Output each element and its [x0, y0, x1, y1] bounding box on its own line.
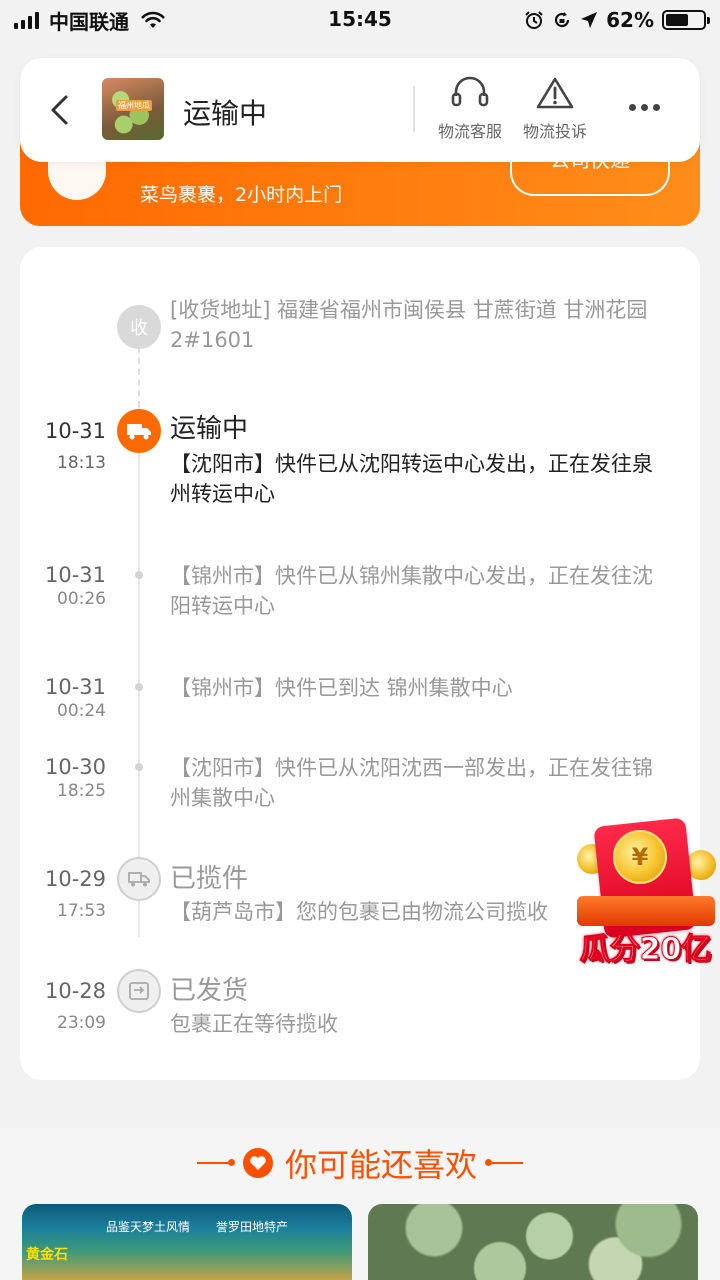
- event-date: 10-31: [44, 419, 106, 443]
- event-status: 已揽件: [170, 864, 249, 894]
- event-description: 【沈阳市】快件已从沈阳沈西一部发出，正在发往锦州集散中心: [170, 756, 653, 810]
- recommend-title: 你可能还喜欢: [284, 1146, 477, 1184]
- pickup-truck-icon: [117, 857, 161, 901]
- thumbnail-tag: 福州地瓜: [116, 100, 152, 111]
- event-description: 【沈阳市】快件已从沈阳转运中心发出，正在发往泉州转运中心: [170, 452, 653, 506]
- event-time: 18:25: [57, 781, 106, 801]
- signal-icon: [14, 11, 39, 29]
- header-divider: [413, 86, 415, 132]
- warning-icon: [536, 77, 574, 109]
- more-options-icon[interactable]: [629, 104, 660, 111]
- event-status: 已发货: [170, 976, 249, 1006]
- timeline-dashed-line: [138, 347, 140, 407]
- event-time: 18:13: [57, 453, 106, 473]
- timeline-dot: [135, 683, 143, 691]
- item-caption: 誉罗田地特产: [216, 1220, 289, 1234]
- page-title: 运输中: [183, 97, 268, 130]
- promo-text: 瓜分20亿: [579, 932, 712, 968]
- event-date: 10-28: [44, 979, 106, 1003]
- truck-icon: [117, 409, 161, 453]
- receive-node-label: 收: [130, 318, 148, 339]
- back-arrow-icon[interactable]: [48, 94, 70, 126]
- banner-text: 菜鸟裹裹，2小时内上门: [140, 184, 343, 206]
- item-brand: 黄金石: [26, 1247, 68, 1263]
- event-description: 【锦州市】快件已从锦州集散中心发出，正在发往沈阳转运中心: [170, 564, 653, 618]
- recommend-item-image[interactable]: [368, 1204, 698, 1280]
- product-thumbnail[interactable]: 福州地瓜: [102, 78, 164, 140]
- status-bar: 中国联通 15:45 62%: [0, 0, 720, 40]
- title-decoration-left: [196, 1159, 235, 1166]
- event-time: 17:53: [57, 901, 106, 921]
- logistics-complaint-button[interactable]: 物流投诉: [510, 76, 600, 142]
- battery-percent: 62%: [606, 8, 654, 32]
- receive-node-icon: 收: [117, 305, 161, 349]
- title-decoration-right: [485, 1159, 523, 1166]
- event-description: 【锦州市】快件已到达 锦州集散中心: [170, 676, 513, 700]
- header-bar: 福州地瓜 运输中 物流客服 物流投诉: [20, 58, 700, 162]
- red-packet-promo[interactable]: ¥ 瓜分20亿: [571, 816, 720, 968]
- shipped-icon: [117, 969, 161, 1013]
- event-time: 00:24: [57, 701, 106, 721]
- rotation-lock-icon: [555, 12, 570, 28]
- event-date: 10-31: [44, 563, 106, 587]
- event-date: 10-30: [44, 755, 106, 779]
- wifi-icon: [141, 11, 165, 28]
- event-description: 【葫芦岛市】您的包裹已由物流公司揽收: [170, 900, 548, 924]
- location-arrow-icon: [581, 12, 598, 28]
- event-time: 00:26: [57, 589, 106, 609]
- logistics-service-button[interactable]: 物流客服: [425, 76, 515, 142]
- logistics-complaint-label: 物流投诉: [522, 122, 587, 141]
- event-date: 10-29: [44, 867, 106, 891]
- event-date: 10-31: [44, 675, 106, 699]
- cainiao-logo-icon: [48, 158, 106, 200]
- promo-box: [577, 896, 715, 926]
- event-status: 运输中: [170, 414, 249, 444]
- item-caption: 品鉴天梦土风情: [106, 1220, 191, 1234]
- headset-icon: [451, 76, 489, 107]
- delivery-address: [收货地址] 福建省福州市闽侯县 甘蔗街道 甘洲花园 2#1601: [170, 298, 648, 352]
- yuan-coin-icon: ¥: [613, 830, 667, 884]
- recommend-item-image[interactable]: 品鉴天梦土风情 誉罗田地特产 黄金石: [22, 1204, 352, 1280]
- event-description: 包裹正在等待揽收: [170, 1012, 338, 1036]
- timeline-dot: [135, 571, 143, 579]
- event-time: 23:09: [57, 1013, 106, 1033]
- heart-icon: [242, 1148, 273, 1178]
- recommend-header: 你可能还喜欢: [0, 1140, 720, 1186]
- alarm-icon: [525, 11, 543, 29]
- timeline-dot: [135, 763, 143, 771]
- coin-symbol: ¥: [631, 843, 649, 871]
- carrier-name: 中国联通: [49, 9, 129, 34]
- battery-icon: [662, 10, 710, 30]
- logistics-service-label: 物流客服: [437, 122, 502, 141]
